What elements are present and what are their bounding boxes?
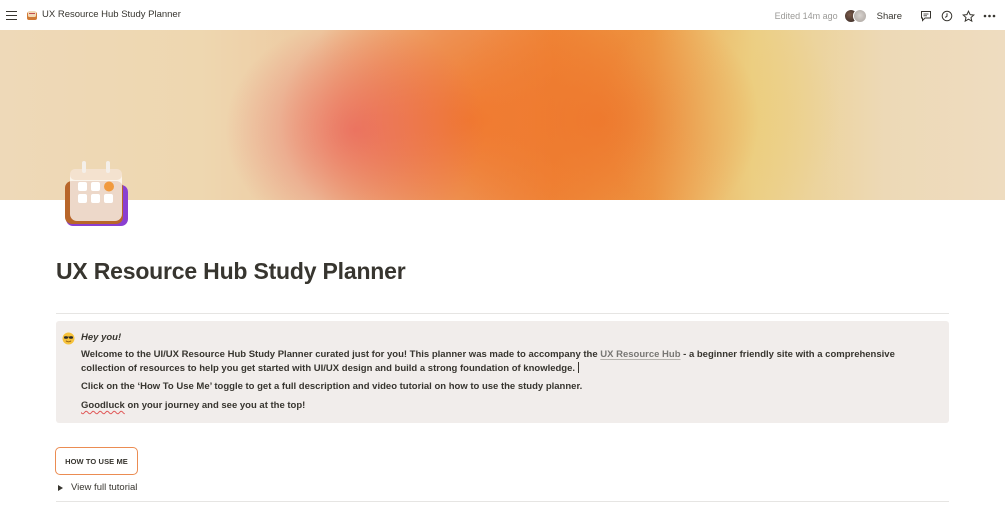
calendar-icon[interactable] (64, 157, 130, 229)
cover-image[interactable] (0, 30, 1005, 200)
clock-icon[interactable] (940, 9, 954, 23)
collaborator-avatars[interactable] (843, 9, 868, 23)
page-title[interactable]: UX Resource Hub Study Planner (56, 258, 406, 285)
goodluck-text: on your journey and see you at the top! (124, 400, 306, 411)
callout-paragraph-intro: Welcome to the UI/UX Resource Hub Study … (81, 348, 941, 376)
toggle-triangle-icon[interactable] (58, 484, 63, 491)
comment-icon[interactable] (919, 9, 933, 23)
breadcrumb-title: UX Resource Hub Study Planner (42, 9, 181, 20)
text-cursor (578, 362, 580, 373)
callout-paragraph-instructions: Click on the ‘How To Use Me’ toggle to g… (81, 381, 583, 392)
menu-icon[interactable] (6, 9, 18, 23)
misspelled-word: Goodluck (81, 400, 125, 411)
ux-resource-hub-link[interactable]: UX Resource Hub (600, 349, 680, 360)
planner-icon (27, 10, 37, 20)
callout-heading: Hey you! (81, 332, 122, 343)
breadcrumb[interactable]: UX Resource Hub Study Planner (27, 9, 181, 20)
edited-timestamp: Edited 14m ago (774, 11, 838, 21)
more-icon[interactable] (982, 9, 996, 23)
intro-text: Welcome to the UI/UX Resource Hub Study … (81, 349, 601, 360)
toggle-label: View full tutorial (71, 482, 138, 493)
divider (56, 313, 949, 314)
star-icon[interactable] (961, 9, 975, 23)
sunglasses-emoji-icon (62, 332, 75, 345)
avatar (852, 9, 867, 23)
callout-block[interactable]: Hey you! Welcome to the UI/UX Resource H… (56, 321, 949, 423)
divider (56, 501, 949, 502)
callout-paragraph-goodluck: Goodluck on your journey and see you at … (81, 399, 941, 413)
share-button[interactable]: Share (877, 11, 902, 22)
view-full-tutorial-toggle[interactable]: View full tutorial (58, 482, 137, 493)
top-right-tools: Edited 14m ago Share (775, 7, 996, 25)
top-bar: UX Resource Hub Study Planner Edited 14m… (0, 0, 1005, 32)
how-to-use-me-button[interactable]: HOW TO USE ME (55, 447, 138, 475)
